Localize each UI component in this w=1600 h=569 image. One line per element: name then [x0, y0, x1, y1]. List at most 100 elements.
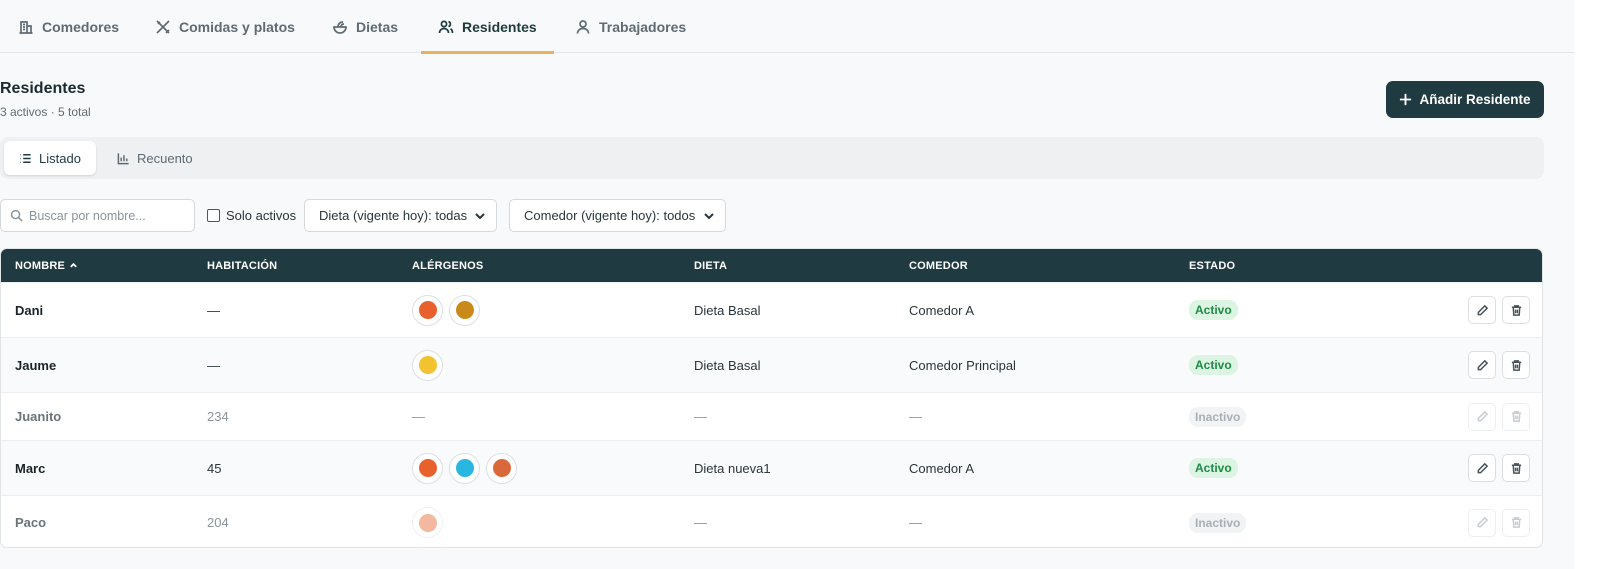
- delete-button[interactable]: [1502, 508, 1530, 537]
- trash-icon: [1511, 411, 1521, 422]
- resident-name: Paco: [15, 515, 47, 530]
- resident-dining: —: [909, 515, 922, 530]
- edit-button[interactable]: [1468, 454, 1496, 482]
- diet-select[interactable]: Dieta (vigente hoy): todas: [304, 199, 497, 232]
- diet-select-value: Dieta (vigente hoy): todas: [319, 208, 468, 223]
- resident-name: Dani: [15, 302, 44, 318]
- delete-button[interactable]: [1502, 402, 1530, 431]
- row-actions: [1468, 283, 1530, 337]
- table-row[interactable]: Marc 45 Dieta nueva1 Comedor A Activo: [1, 440, 1542, 495]
- page-title: Residentes: [0, 80, 86, 97]
- edit-button[interactable]: [1468, 402, 1496, 431]
- resident-allergens: [412, 338, 443, 392]
- resident-dining: Comedor A: [909, 302, 975, 318]
- users-icon: [438, 20, 454, 33]
- only-active-checkbox[interactable]: [207, 209, 220, 222]
- allergen-icon: [412, 507, 443, 538]
- list-icon: [20, 153, 31, 163]
- delete-button[interactable]: [1502, 454, 1530, 482]
- delete-button[interactable]: [1502, 296, 1530, 324]
- pencil-icon: [1477, 304, 1488, 315]
- column-header-alergenos[interactable]: ALÉRGENOS: [412, 249, 483, 282]
- view-tab-listado[interactable]: Listado: [4, 141, 96, 175]
- table-row[interactable]: Juanito 234 — — — Inactivo: [1, 392, 1542, 440]
- plus-icon: [1400, 93, 1412, 106]
- resident-count: 3 activos · 5 total: [0, 105, 91, 119]
- only-active-label: Solo activos: [226, 208, 297, 223]
- resident-allergens: [412, 496, 443, 547]
- search-icon: [10, 209, 23, 222]
- resident-room: 234: [207, 409, 229, 424]
- resident-diet: Dieta Basal: [694, 302, 761, 318]
- edit-button[interactable]: [1468, 351, 1496, 379]
- user-icon: [576, 19, 590, 34]
- status-badge: Activo: [1189, 458, 1238, 478]
- column-label: DIETA: [694, 259, 728, 272]
- bar-chart-icon: [117, 152, 129, 164]
- edit-button[interactable]: [1468, 508, 1496, 537]
- resident-dining: —: [909, 409, 922, 424]
- table-header: NOMBRE HABITACIÓN ALÉRGENOS DIETA COMEDO…: [1, 249, 1542, 282]
- resident-name: Marc: [15, 460, 46, 476]
- only-active-filter[interactable]: Solo activos: [207, 208, 296, 223]
- resident-diet: Dieta nueva1: [694, 460, 771, 476]
- trash-icon: [1511, 462, 1521, 474]
- view-toggle: Listado Recuento: [0, 137, 1544, 179]
- column-label: HABITACIÓN: [207, 259, 278, 272]
- chevron-down-icon: [704, 212, 714, 219]
- allergen-icon: [449, 294, 480, 326]
- column-label: NOMBRE: [15, 259, 66, 272]
- delete-button[interactable]: [1502, 351, 1530, 379]
- resident-diet: Dieta Basal: [694, 357, 761, 373]
- resident-name: Juanito: [15, 409, 62, 424]
- pencil-icon: [1477, 410, 1488, 422]
- column-header-nombre[interactable]: NOMBRE: [15, 249, 78, 282]
- add-resident-label: Añadir Residente: [1419, 92, 1531, 107]
- allergen-icon: [486, 452, 517, 484]
- status-badge: Inactivo: [1189, 406, 1247, 427]
- utensils-icon: [156, 19, 170, 34]
- edit-button[interactable]: [1468, 296, 1496, 324]
- sort-asc-icon: [70, 262, 77, 268]
- tab-dietas[interactable]: Dietas: [332, 0, 398, 53]
- scrollbar-gutter: [1574, 0, 1600, 569]
- resident-diet: —: [694, 409, 707, 424]
- search-field[interactable]: [0, 199, 195, 232]
- row-actions: [1468, 393, 1530, 440]
- row-actions: [1468, 441, 1530, 495]
- resident-allergens: [412, 283, 480, 337]
- search-input[interactable]: [29, 208, 189, 223]
- resident-allergens: [412, 441, 517, 495]
- resident-name: Jaume: [15, 357, 57, 373]
- add-resident-button[interactable]: Añadir Residente: [1386, 81, 1544, 118]
- table-row[interactable]: Paco 204 — — Inactivo: [1, 495, 1542, 547]
- table-row[interactable]: Jaume — Dieta Basal Comedor Principal Ac…: [1, 337, 1542, 392]
- resident-allergens: —: [412, 409, 425, 424]
- pencil-icon: [1477, 359, 1488, 370]
- tab-trabajadores[interactable]: Trabajadores: [575, 0, 686, 53]
- column-header-comedor[interactable]: COMEDOR: [909, 249, 968, 282]
- allergen-icon: [412, 294, 443, 326]
- column-header-estado[interactable]: ESTADO: [1189, 249, 1235, 282]
- table-row[interactable]: Dani — Dieta Basal Comedor A Activo: [1, 282, 1542, 337]
- tab-comedores[interactable]: Comedores: [18, 0, 119, 53]
- resident-room: —: [207, 302, 220, 318]
- tab-comidas-y-platos[interactable]: Comidas y platos: [155, 0, 295, 53]
- building-icon: [19, 20, 33, 34]
- chevron-down-icon: [475, 212, 485, 219]
- column-header-habitacion[interactable]: HABITACIÓN: [207, 249, 277, 282]
- allergen-icon: [449, 452, 480, 484]
- row-actions: [1468, 496, 1530, 547]
- resident-dining: Comedor A: [909, 460, 975, 476]
- dining-select[interactable]: Comedor (vigente hoy): todos: [509, 199, 726, 232]
- trash-icon: [1511, 304, 1521, 316]
- view-tab-recuento[interactable]: Recuento: [102, 141, 208, 175]
- column-label: COMEDOR: [909, 259, 968, 272]
- residents-table: NOMBRE HABITACIÓN ALÉRGENOS DIETA COMEDO…: [0, 248, 1543, 548]
- column-header-dieta[interactable]: DIETA: [694, 249, 727, 282]
- column-label: ALÉRGENOS: [412, 259, 484, 272]
- resident-dining: Comedor Principal: [909, 357, 1016, 373]
- tab-label: Comedores: [42, 18, 120, 35]
- tab-residentes[interactable]: Residentes: [421, 0, 554, 54]
- trash-icon: [1511, 359, 1521, 371]
